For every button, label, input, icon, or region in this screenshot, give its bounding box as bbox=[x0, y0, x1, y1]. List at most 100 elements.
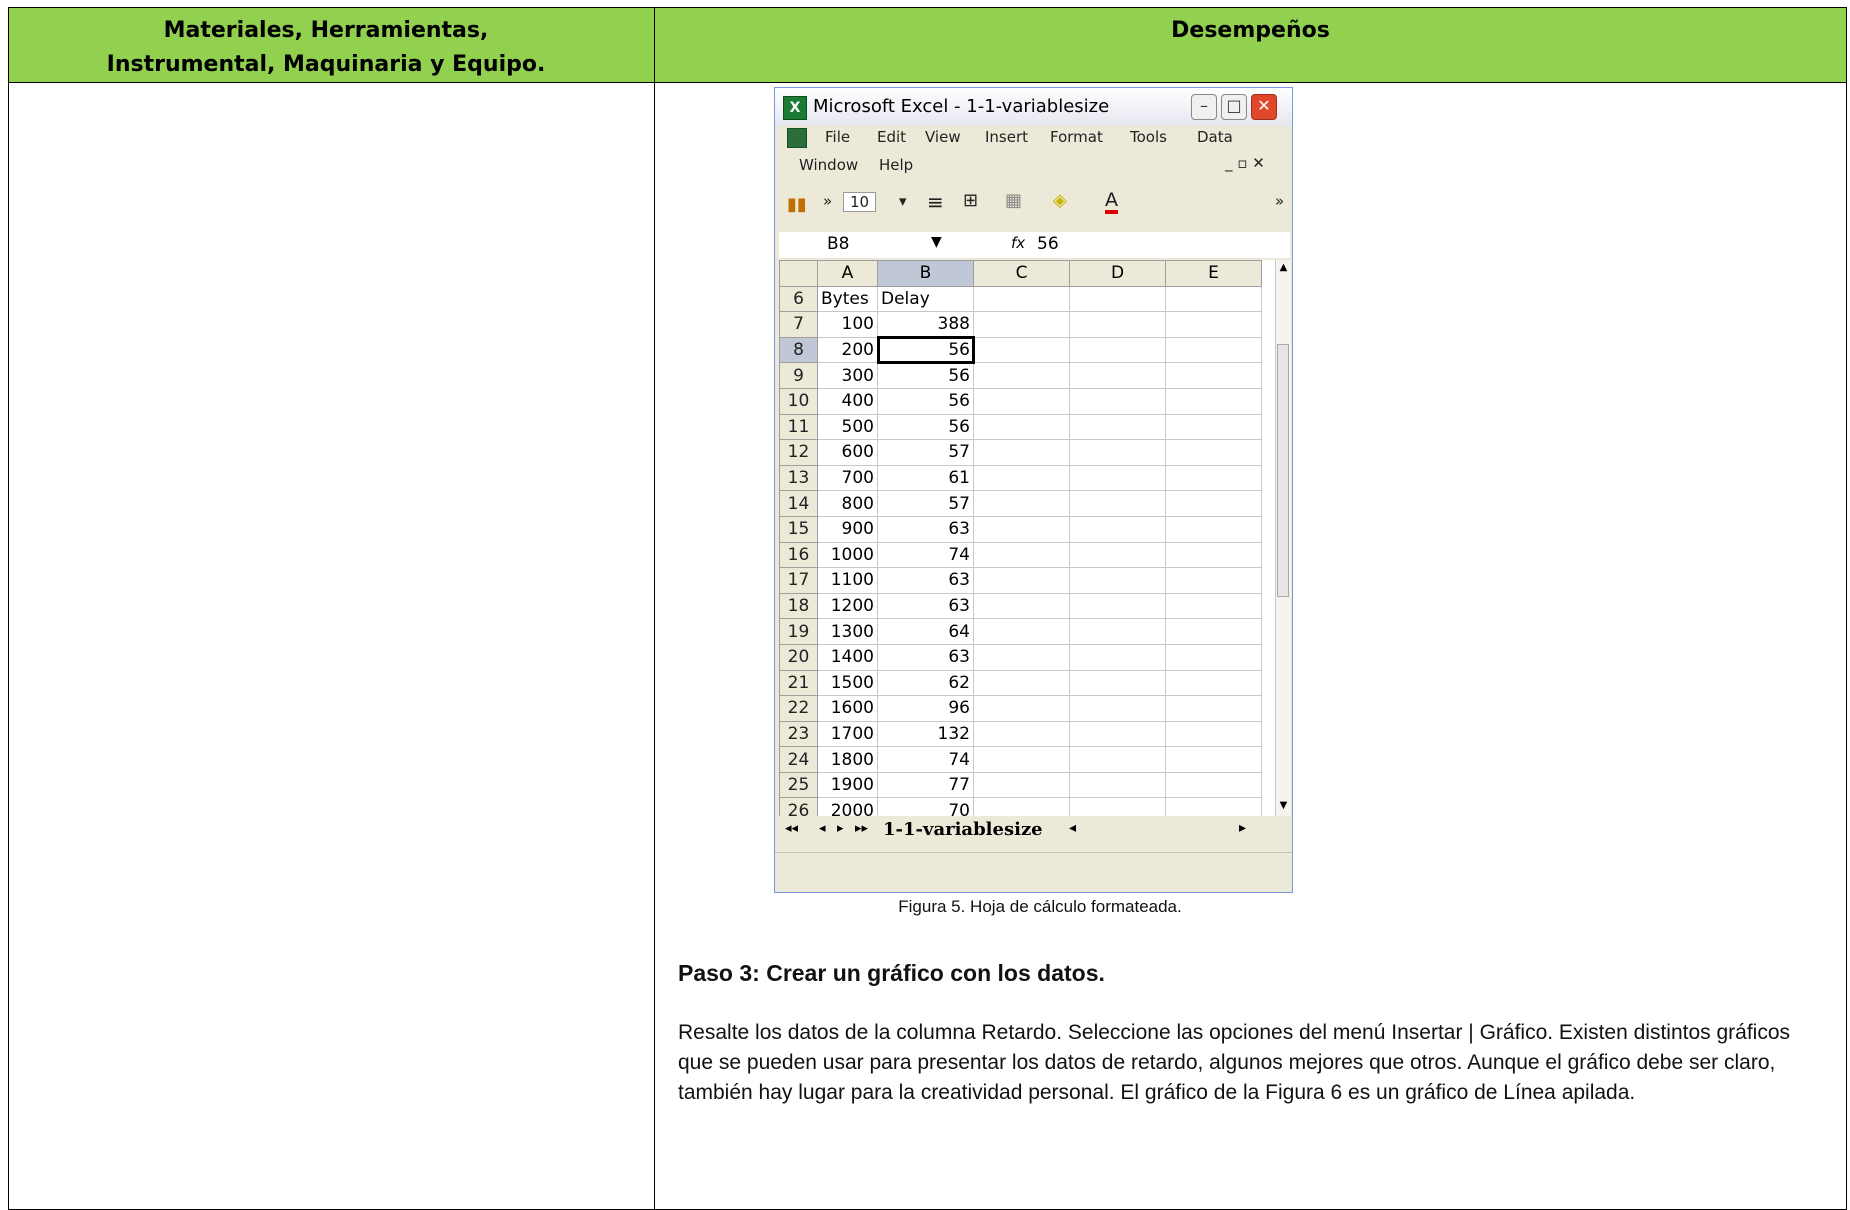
fill-color-icon[interactable]: ◈ bbox=[1053, 190, 1067, 211]
empty-cell[interactable] bbox=[1165, 695, 1262, 722]
cell-delay[interactable]: 63 bbox=[877, 515, 974, 543]
empty-cell[interactable] bbox=[1165, 362, 1262, 389]
empty-cell[interactable] bbox=[1069, 797, 1166, 816]
empty-cell[interactable] bbox=[973, 592, 1070, 620]
empty-cell[interactable] bbox=[1069, 771, 1166, 799]
empty-cell[interactable] bbox=[973, 311, 1070, 338]
row-header[interactable]: 12 bbox=[779, 439, 818, 466]
row-header[interactable]: 26 bbox=[779, 797, 818, 816]
row-header[interactable]: 22 bbox=[779, 695, 818, 722]
cell-bytes[interactable]: 1600 bbox=[817, 695, 878, 722]
cell-bytes[interactable]: 800 bbox=[817, 490, 878, 517]
column-header[interactable]: E bbox=[1165, 260, 1262, 287]
cell-bytes[interactable]: 1900 bbox=[817, 771, 878, 799]
empty-cell[interactable] bbox=[1165, 541, 1262, 569]
empty-cell[interactable] bbox=[973, 413, 1070, 441]
empty-cell[interactable] bbox=[1165, 592, 1262, 620]
sheet-nav-first-icon[interactable]: ◂◂ bbox=[785, 821, 798, 836]
empty-cell[interactable] bbox=[973, 720, 1070, 748]
cell-delay[interactable]: 74 bbox=[877, 541, 974, 569]
empty-cell[interactable] bbox=[1069, 413, 1166, 441]
cell-bytes[interactable]: 100 bbox=[817, 311, 878, 338]
menu-insert[interactable]: Insert bbox=[985, 128, 1028, 146]
empty-cell[interactable] bbox=[973, 797, 1070, 816]
sheet-nav-last-icon[interactable]: ▸▸ bbox=[855, 821, 868, 836]
cell-bytes[interactable]: 1100 bbox=[817, 567, 878, 594]
maximize-icon[interactable]: □ bbox=[1221, 94, 1247, 120]
cell-delay[interactable]: 96 bbox=[877, 695, 974, 722]
cell-bytes[interactable]: Bytes bbox=[817, 285, 878, 313]
empty-cell[interactable] bbox=[1069, 669, 1166, 697]
row-header[interactable]: 8 bbox=[779, 336, 818, 364]
name-box[interactable]: B8 bbox=[827, 234, 849, 254]
empty-cell[interactable] bbox=[1165, 490, 1262, 517]
empty-cell[interactable] bbox=[1069, 541, 1166, 569]
empty-cell[interactable] bbox=[1069, 311, 1166, 338]
empty-cell[interactable] bbox=[1165, 515, 1262, 543]
cell-delay[interactable]: 61 bbox=[877, 464, 974, 492]
column-header[interactable]: B bbox=[877, 260, 974, 287]
cell-delay[interactable]: Delay bbox=[877, 285, 974, 313]
empty-cell[interactable] bbox=[1069, 695, 1166, 722]
minimize-icon[interactable]: – bbox=[1191, 94, 1217, 120]
empty-cell[interactable] bbox=[1069, 336, 1166, 364]
cell-delay[interactable]: 70 bbox=[877, 797, 974, 816]
empty-cell[interactable] bbox=[1165, 669, 1262, 697]
menu-edit[interactable]: Edit bbox=[877, 128, 906, 146]
row-header[interactable]: 9 bbox=[779, 362, 818, 389]
cell-bytes[interactable]: 200 bbox=[817, 336, 878, 364]
row-header[interactable]: 25 bbox=[779, 771, 818, 799]
row-header[interactable]: 16 bbox=[779, 541, 818, 569]
empty-cell[interactable] bbox=[973, 515, 1070, 543]
cell-bytes[interactable]: 1700 bbox=[817, 720, 878, 748]
font-color-icon[interactable]: A bbox=[1105, 190, 1118, 214]
empty-cell[interactable] bbox=[973, 771, 1070, 799]
empty-cell[interactable] bbox=[1069, 643, 1166, 671]
cell-bytes[interactable]: 400 bbox=[817, 387, 878, 415]
menu-tools[interactable]: Tools bbox=[1130, 128, 1167, 146]
restore-doc-icon[interactable]: _ ▫ ✕ bbox=[1225, 154, 1265, 172]
scroll-up-icon[interactable]: ▲ bbox=[1276, 262, 1291, 273]
borders-icon[interactable]: ▦ bbox=[1005, 190, 1022, 211]
chart-wizard-icon[interactable]: ▮▮ bbox=[787, 194, 807, 215]
cell-bytes[interactable]: 1500 bbox=[817, 669, 878, 697]
row-header[interactable]: 10 bbox=[779, 387, 818, 415]
empty-cell[interactable] bbox=[1165, 618, 1262, 645]
merge-center-icon[interactable]: ⊞ bbox=[963, 190, 978, 211]
cell-delay[interactable]: 64 bbox=[877, 618, 974, 645]
menu-view[interactable]: View bbox=[925, 128, 961, 146]
menu-format[interactable]: Format bbox=[1050, 128, 1103, 146]
empty-cell[interactable] bbox=[973, 695, 1070, 722]
sheet-tab[interactable]: 1-1-variablesize bbox=[883, 819, 1043, 840]
vertical-scrollbar[interactable]: ▲ ▼ bbox=[1275, 260, 1291, 816]
empty-cell[interactable] bbox=[973, 336, 1070, 364]
cell-delay[interactable]: 62 bbox=[877, 669, 974, 697]
empty-cell[interactable] bbox=[1069, 285, 1166, 313]
empty-cell[interactable] bbox=[1165, 464, 1262, 492]
formula-input[interactable]: 56 bbox=[1037, 234, 1059, 254]
cell-bytes[interactable]: 700 bbox=[817, 464, 878, 492]
empty-cell[interactable] bbox=[973, 643, 1070, 671]
empty-cell[interactable] bbox=[1165, 439, 1262, 466]
cell-delay[interactable]: 74 bbox=[877, 746, 974, 773]
name-box-dropdown-icon[interactable]: ▼ bbox=[931, 234, 942, 250]
column-header[interactable]: D bbox=[1069, 260, 1166, 287]
row-header[interactable]: 15 bbox=[779, 515, 818, 543]
row-header[interactable]: 24 bbox=[779, 746, 818, 773]
cell-delay[interactable]: 63 bbox=[877, 643, 974, 671]
empty-cell[interactable] bbox=[1165, 567, 1262, 594]
empty-cell[interactable] bbox=[1069, 464, 1166, 492]
cell-delay[interactable]: 57 bbox=[877, 490, 974, 517]
cell-bytes[interactable]: 1300 bbox=[817, 618, 878, 645]
cell-bytes[interactable]: 1200 bbox=[817, 592, 878, 620]
empty-cell[interactable] bbox=[973, 490, 1070, 517]
empty-cell[interactable] bbox=[1165, 746, 1262, 773]
empty-cell[interactable] bbox=[973, 567, 1070, 594]
sheet-nav-prev-icon[interactable]: ◂ bbox=[819, 821, 826, 836]
cell-bytes[interactable]: 1000 bbox=[817, 541, 878, 569]
empty-cell[interactable] bbox=[1069, 362, 1166, 389]
cell-bytes[interactable]: 300 bbox=[817, 362, 878, 389]
empty-cell[interactable] bbox=[1165, 285, 1262, 313]
cell-bytes[interactable]: 500 bbox=[817, 413, 878, 441]
row-header[interactable]: 13 bbox=[779, 464, 818, 492]
